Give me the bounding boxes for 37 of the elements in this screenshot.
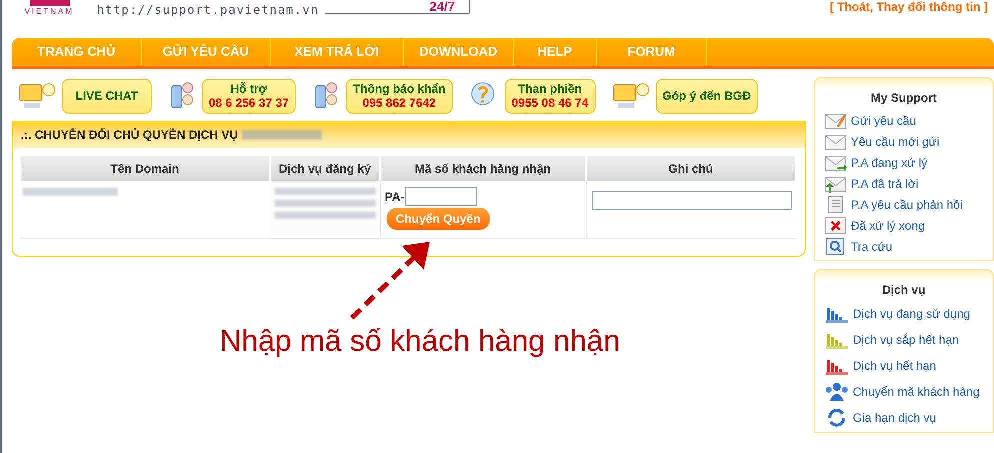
sidebar-link[interactable]: P.A đã trả lời (851, 175, 919, 193)
logo-mark (30, 0, 70, 6)
sidebar-link[interactable]: Dịch vụ sắp hết hạn (853, 331, 960, 349)
customer-code-field[interactable] (404, 187, 477, 206)
sidebar-link[interactable]: P.A đang xử lý (851, 154, 928, 172)
annotation-text: Nhập mã số khách hàng nhận (220, 324, 620, 360)
panel-title: .:. CHUYỂN ĐỔI CHỦ QUYỀN DỊCH VỤ (21, 127, 238, 144)
banner-text: 24/7 (430, 0, 456, 14)
sidebar-link[interactable]: Gửi yêu cầu (851, 112, 916, 130)
sidebar-link[interactable]: Dịch vụ hết hạn (853, 357, 936, 375)
sidebar-link[interactable]: P.A yêu cầu phản hồi (851, 196, 963, 214)
envelope-pencil-icon (825, 112, 847, 130)
code-prefix: PA- (385, 188, 405, 206)
contact-button[interactable]: Thông báo khẩn 095 862 7642 (346, 78, 453, 114)
logo-text: VIETNAM (24, 7, 74, 17)
sidebar-link[interactable]: Yêu cầu mới gửi (851, 133, 940, 151)
contact-button[interactable]: Than phiền 0955 08 46 74 (504, 78, 596, 114)
sidebar-title: Dịch vụ (881, 282, 927, 299)
sidebar-link[interactable]: Dịch vụ đang sử dụng (853, 305, 970, 323)
contact-button[interactable]: Góp ý đến BGĐ (656, 78, 758, 114)
contact-button[interactable]: Hỗ trợ 08 6 256 37 37 (202, 78, 296, 114)
site-url: http://support.pavietnam.vn (97, 4, 320, 16)
envelope-icon (825, 133, 847, 151)
column-header: Dịch vụ đăng ký (271, 156, 381, 181)
close-icon (825, 217, 847, 235)
sidebar-link[interactable]: Đã xử lý xong (851, 217, 926, 235)
column-header: Tên Domain (21, 156, 271, 181)
contact-button[interactable]: LIVE CHAT (62, 78, 152, 114)
note-field[interactable] (592, 190, 792, 210)
sidebar-link[interactable]: Gia hạn dịch vụ (853, 409, 936, 427)
people-icon (825, 382, 849, 402)
search-icon (825, 238, 847, 256)
sidebar-link[interactable]: Tra cứu (851, 238, 893, 256)
sidebar-link[interactable]: Chuyển mã khách hàng (853, 383, 980, 401)
sidebar-title: My Support (870, 90, 938, 107)
column-header: Mã số khách hàng nhận (381, 156, 587, 181)
column-header: Ghi chú (587, 156, 797, 181)
